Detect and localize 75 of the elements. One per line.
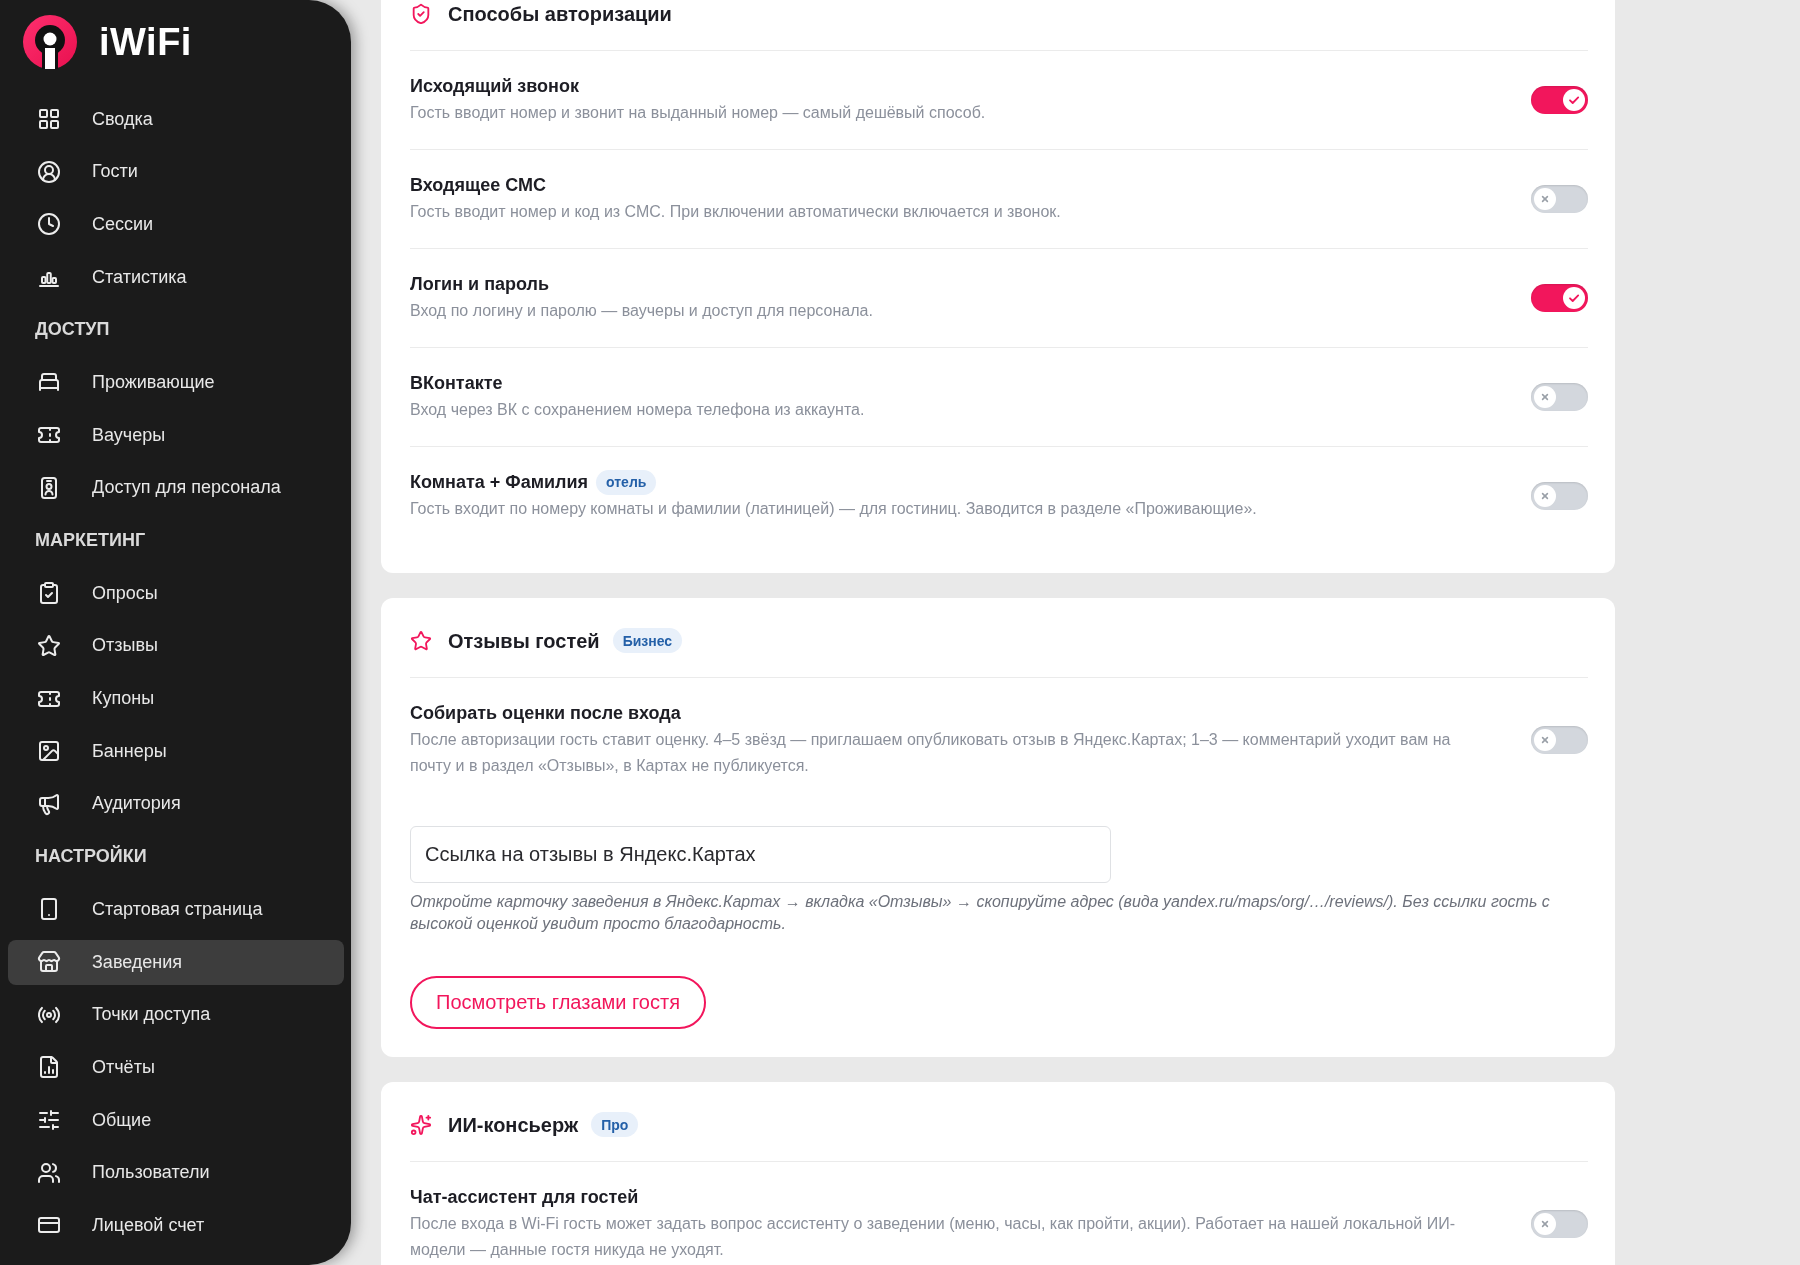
section-heading: ДОСТУП [34, 318, 111, 342]
image-icon [37, 739, 61, 764]
nav-item[interactable]: Баннеры [8, 728, 344, 774]
plan-badge: Бизнес [612, 628, 683, 653]
hint-text: Откройте карточку заведения в Яндекс.Картах → вкладка «Отзывы» → скопируйте адрес (вида yandex.ru/maps/org/…/reviews/). Без ссылки гость с высокой оценкой увидит просто благодарность. [410, 892, 1551, 934]
nav-item[interactable]: Доступ для персонала [8, 465, 344, 511]
nav-item[interactable]: Ваучеры [8, 412, 344, 458]
option-description: Гость вводит номер и код из СМС. При включении автоматически включается и звонок. [410, 202, 1062, 222]
option-title: Логин и пароль [410, 273, 550, 296]
option-title: Собирать оценки после входа [410, 702, 681, 725]
cross-icon [1534, 386, 1556, 408]
option-description: Гость вводит номер и звонит на выданный номер — самый дешёвый способ. [410, 103, 987, 123]
option-title: Чат-ассистент для гостей [410, 1186, 639, 1209]
option-title: ВКонтакте [410, 372, 503, 395]
nav-item[interactable]: Опросы [8, 570, 344, 616]
option-description: После входа в Wi-Fi гость может задать вопрос ассистенту о заведении (меню, часы, как пройти, акции). Работает на нашей локальной ИИ-модели — данные гостя никуда не уходят. [410, 1214, 1456, 1260]
shield-check-icon [410, 2, 432, 25]
section-heading: МАРКЕТИНГ [34, 529, 147, 552]
nav-item[interactable]: Заведения [8, 939, 344, 985]
toggle-switch[interactable] [1531, 86, 1588, 114]
check-icon [1563, 89, 1585, 111]
option-title: Комната + Фамилия [410, 471, 589, 494]
toggle-switch[interactable] [1531, 482, 1588, 510]
option-description: Вход по логину и паролю — ваучеры и доступ для персонала. [410, 301, 874, 321]
category-badge: отель [596, 469, 657, 495]
card-title: ИИ-консьерж [448, 1112, 579, 1138]
logo-icon [23, 15, 77, 69]
section-heading: НАСТРОЙКИ [34, 844, 148, 869]
clock-icon [37, 212, 61, 237]
nav-item[interactable]: Купоны [8, 676, 344, 722]
users-icon [37, 1160, 61, 1185]
nav-item[interactable]: Сводка [8, 96, 344, 142]
card-title: Отзывы гостей [448, 628, 600, 654]
nav-item[interactable]: Статистика [8, 254, 344, 300]
report-icon [37, 1055, 61, 1080]
store-icon [37, 950, 61, 974]
nav-item[interactable]: Стартовая страница [8, 886, 344, 932]
check-icon [1563, 287, 1585, 309]
toggle-switch[interactable] [1531, 383, 1588, 411]
preview-button[interactable]: Посмотреть глазами гостя [410, 976, 706, 1029]
nav-item[interactable]: Пользователи [8, 1150, 344, 1196]
clipboard-check-icon [37, 581, 61, 606]
grid-icon [37, 107, 61, 131]
toggle-switch[interactable] [1531, 185, 1588, 213]
option-description: Вход через ВК с сохранением номера телефона из аккаунта. [410, 400, 866, 420]
url-input[interactable]: Ссылка на отзывы в Яндекс.Картах [410, 826, 1111, 883]
nav-item[interactable]: Гости [8, 149, 344, 195]
option-description: После авторизации гость ставит оценку. 4–5 звёзд — приглашаем опубликовать отзыв в Яндекс.Картах; 1–3 — комментарий уходит вам на почту и в раздел «Отзывы», в Картах не публикуется. [410, 730, 1452, 776]
nav-item[interactable]: Отзывы [8, 623, 344, 669]
card-title: Способы авторизации [448, 1, 672, 27]
option-title: Входящее СМС [410, 174, 546, 197]
sliders-icon [37, 1108, 61, 1133]
megaphone-icon [37, 791, 61, 816]
nav-item[interactable]: Точки доступа [8, 992, 344, 1038]
option-title: Исходящий звонок [410, 75, 579, 98]
nav-item[interactable]: Сессии [8, 201, 344, 247]
nav-item[interactable]: Отчёты [8, 1044, 344, 1090]
nav-item[interactable]: Проживающие [8, 359, 344, 405]
toggle-switch[interactable] [1531, 726, 1588, 754]
plan-badge: Про [591, 1112, 639, 1137]
nav-item[interactable]: Лицевой счет [8, 1202, 344, 1248]
nav-item[interactable]: Общие [8, 1097, 344, 1143]
option-description: Гость входит по номеру комнаты и фамилии (латиницей) — для гостиниц. Заводится в разделе «Проживающие». [410, 499, 1258, 519]
sparkles-icon [410, 1113, 432, 1136]
toggle-switch[interactable] [1531, 1210, 1588, 1238]
cross-icon [1534, 485, 1556, 507]
brand-name: iWiFi [99, 23, 192, 61]
cross-icon [1534, 188, 1556, 210]
cross-icon [1534, 1213, 1556, 1235]
user-circle-icon [37, 159, 61, 184]
cross-icon [1534, 729, 1556, 751]
star-icon [37, 633, 61, 658]
star-icon [410, 629, 432, 652]
nav-item[interactable]: Аудитория [8, 781, 344, 827]
toggle-switch[interactable] [1531, 284, 1588, 312]
